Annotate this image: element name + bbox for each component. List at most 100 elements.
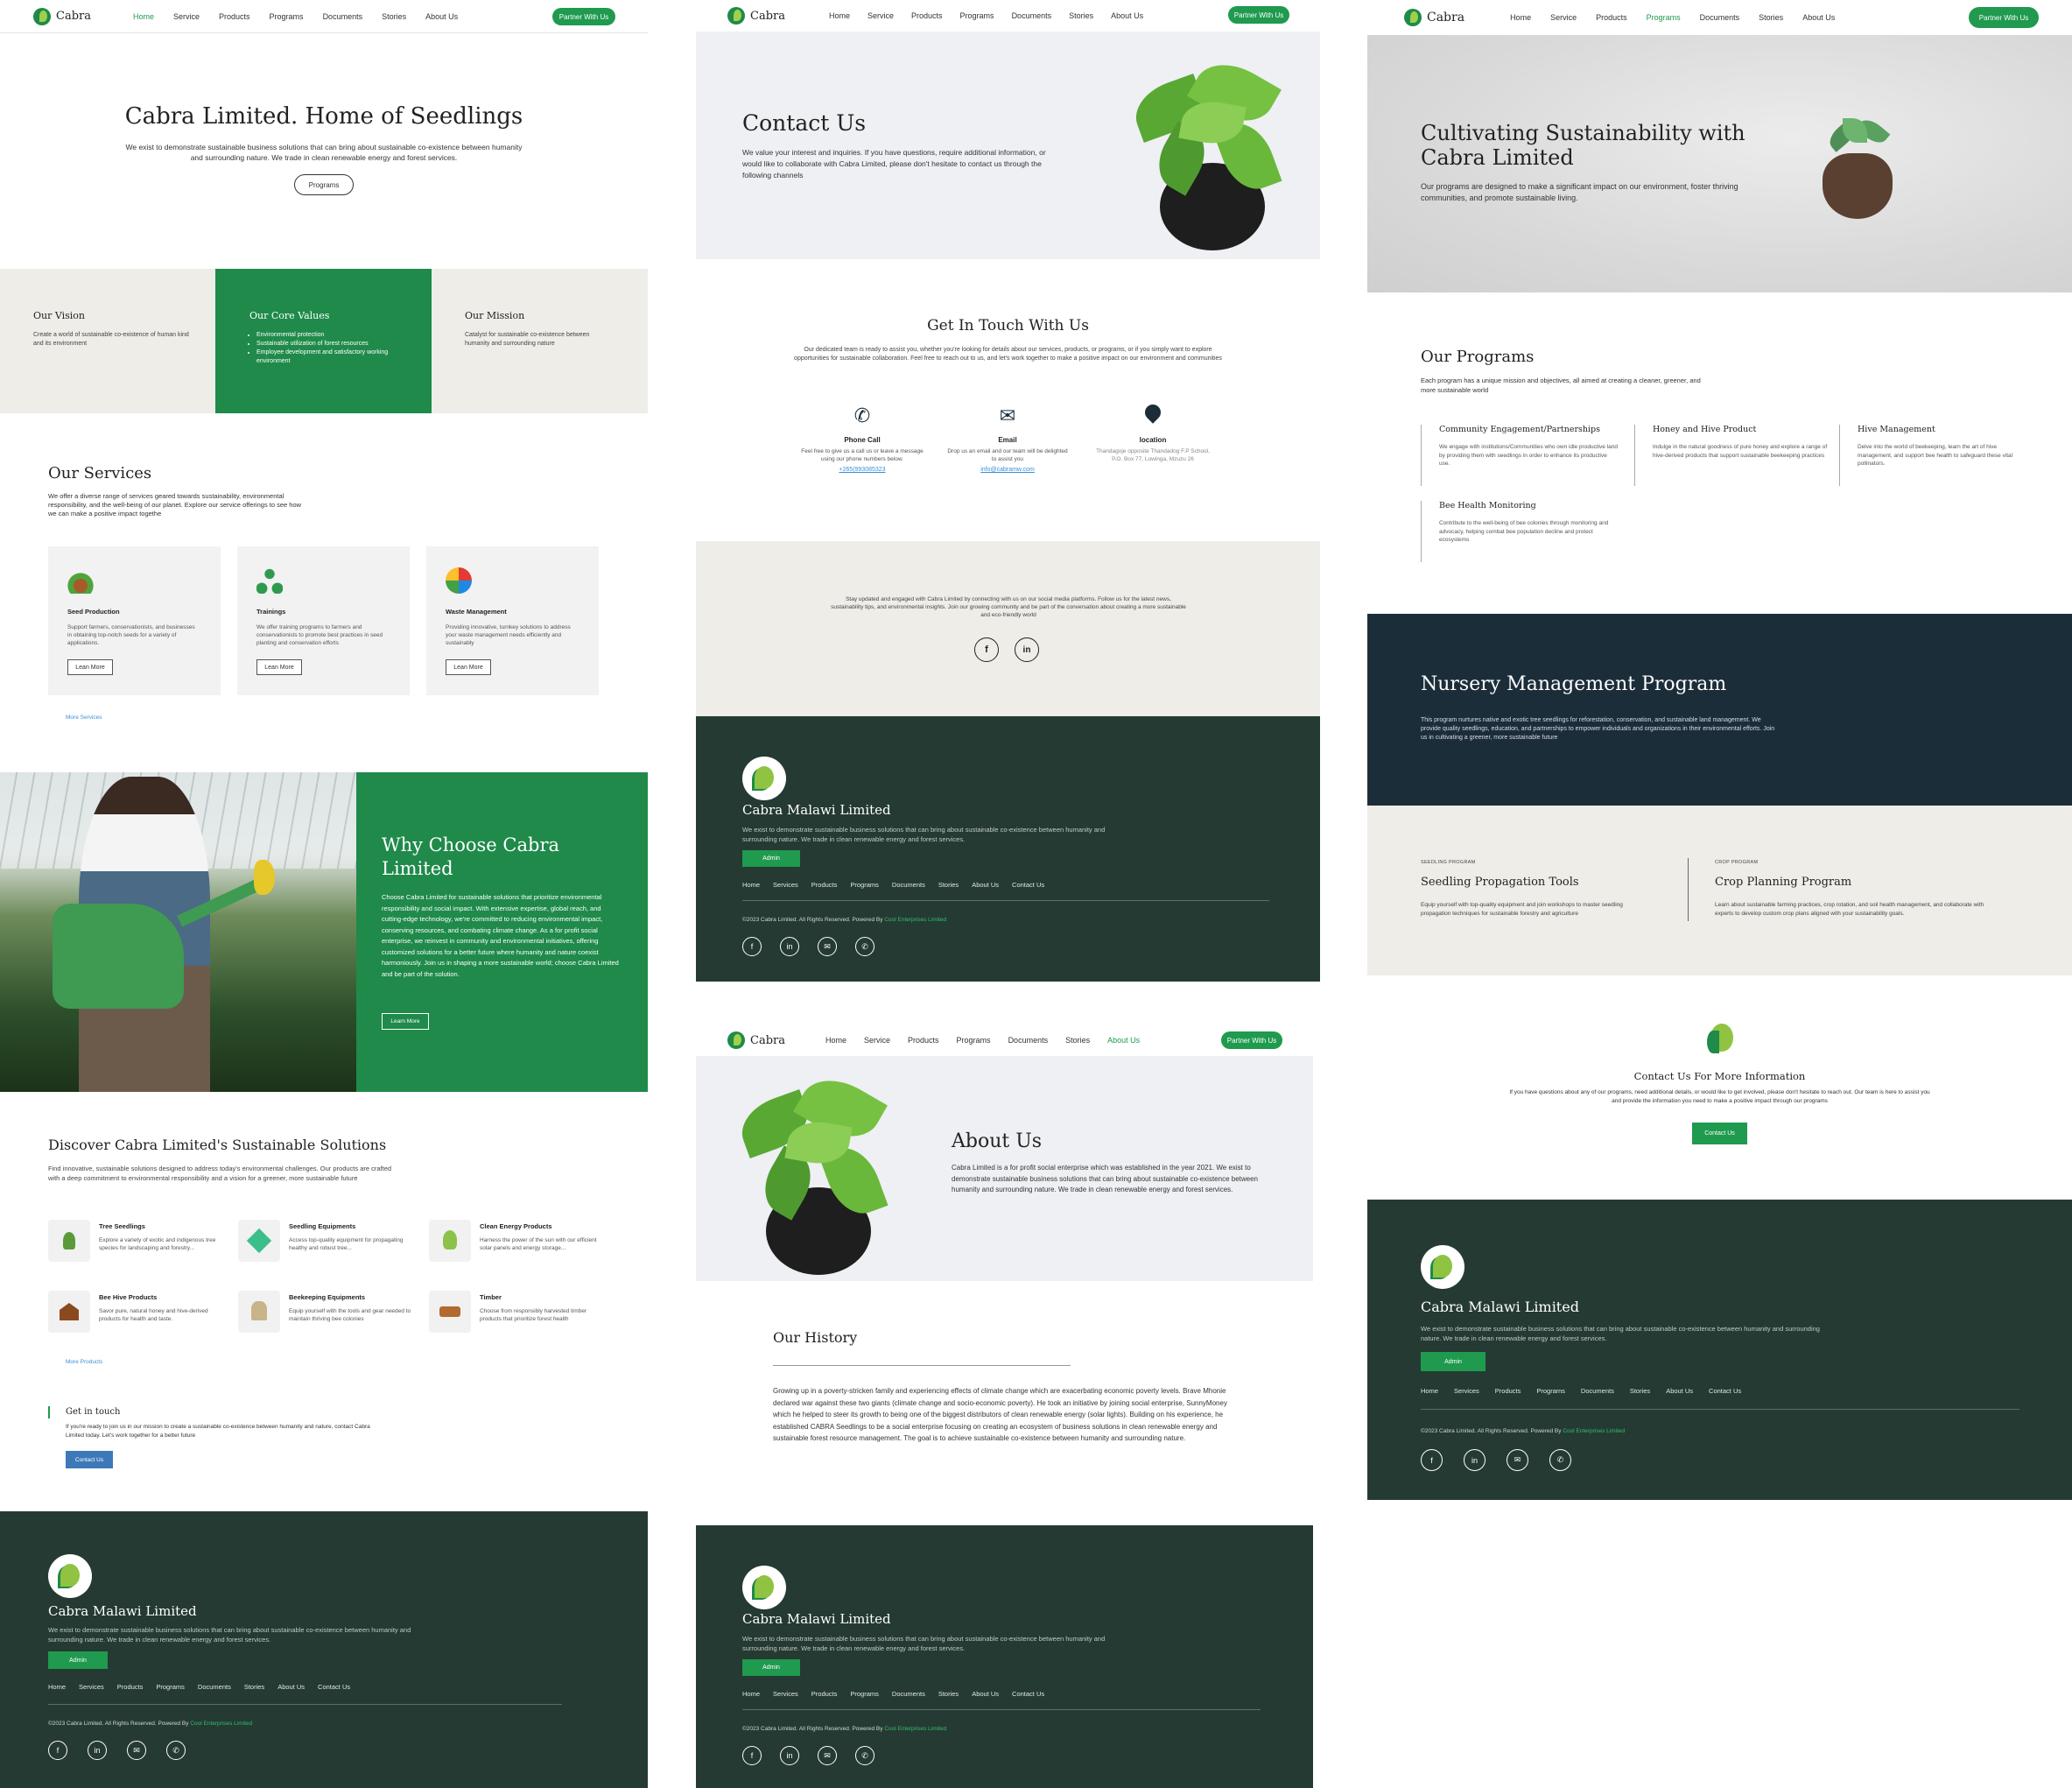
facebook-icon[interactable]: f (1421, 1449, 1443, 1471)
phone-icon[interactable]: ✆ (1549, 1449, 1571, 1471)
nav-documents[interactable]: Documents (1700, 13, 1740, 22)
nav-stories[interactable]: Stories (1759, 13, 1783, 22)
footer-link[interactable]: Documents (1581, 1387, 1614, 1395)
footer-link[interactable]: Products (117, 1683, 144, 1691)
email-link[interactable]: info@cabramw.com (946, 467, 1069, 473)
logo[interactable]: Cabra (727, 7, 785, 25)
learn-more-button[interactable]: Lean More (67, 659, 113, 675)
phone-icon[interactable]: ✆ (166, 1741, 186, 1760)
nav-service[interactable]: Service (1550, 13, 1577, 22)
admin-button[interactable]: Admin (742, 850, 800, 867)
nav-service[interactable]: Service (173, 12, 200, 21)
nav-products[interactable]: Products (908, 1036, 939, 1045)
linkedin-icon[interactable]: in (1464, 1449, 1486, 1471)
nav-documents[interactable]: Documents (1012, 11, 1052, 20)
nav-service[interactable]: Service (867, 11, 894, 20)
footer-link[interactable]: Products (1495, 1387, 1521, 1395)
nav-programs[interactable]: Programs (270, 12, 304, 21)
nav-stories[interactable]: Stories (1069, 11, 1093, 20)
touch-contact-button[interactable]: Contact Us (66, 1451, 113, 1468)
powered-by-link[interactable]: Cool Enterprises Limited (884, 917, 946, 923)
more-services-link[interactable]: More Services (66, 714, 102, 721)
footer-link[interactable]: Contact Us (1709, 1387, 1741, 1395)
learn-more-button[interactable]: Lean More (256, 659, 302, 675)
nav-stories[interactable]: Stories (382, 12, 406, 21)
email-icon[interactable]: ✉ (1507, 1449, 1528, 1471)
logo[interactable]: Cabra (1404, 9, 1464, 26)
footer-link[interactable]: Programs (850, 881, 879, 889)
footer-link[interactable]: Programs (850, 1690, 879, 1698)
footer-link[interactable]: Documents (892, 1690, 925, 1698)
powered-by-link[interactable]: Cool Enterprises Limited (190, 1721, 252, 1727)
nav-home[interactable]: Home (133, 12, 154, 21)
partner-button[interactable]: Partner With Us (1969, 7, 2039, 28)
nav-home[interactable]: Home (1510, 13, 1531, 22)
nav-programs[interactable]: Programs (960, 11, 994, 20)
linkedin-icon[interactable]: in (1015, 637, 1039, 662)
footer-link[interactable]: Stories (938, 1690, 959, 1698)
nav-home[interactable]: Home (829, 11, 850, 20)
nav-about[interactable]: About Us (425, 12, 458, 21)
footer-link[interactable]: Home (48, 1683, 66, 1691)
logo[interactable]: Cabra (727, 1031, 785, 1049)
footer-link[interactable]: Stories (244, 1683, 264, 1691)
footer-link[interactable]: About Us (277, 1683, 305, 1691)
footer-link[interactable]: Services (773, 881, 798, 889)
nav-products[interactable]: Products (219, 12, 250, 21)
footer-link[interactable]: Contact Us (318, 1683, 350, 1691)
facebook-icon[interactable]: f (742, 1746, 762, 1765)
footer-link[interactable]: Contact Us (1012, 1690, 1044, 1698)
footer-link[interactable]: About Us (972, 1690, 999, 1698)
nav-about[interactable]: About Us (1111, 11, 1143, 20)
admin-button[interactable]: Admin (48, 1651, 108, 1669)
email-icon[interactable]: ✉ (127, 1741, 146, 1760)
linkedin-icon[interactable]: in (88, 1741, 107, 1760)
footer-link[interactable]: Documents (198, 1683, 231, 1691)
phone-icon[interactable]: ✆ (855, 937, 874, 956)
linkedin-icon[interactable]: in (780, 1746, 799, 1765)
more-products-link[interactable]: More Products (66, 1359, 102, 1365)
footer-link[interactable]: Services (79, 1683, 104, 1691)
footer-link[interactable]: Programs (156, 1683, 185, 1691)
footer-link[interactable]: Home (742, 1690, 760, 1698)
nav-programs[interactable]: Programs (1647, 13, 1681, 22)
nav-about[interactable]: About Us (1802, 13, 1835, 22)
logo[interactable]: Cabra (33, 7, 91, 25)
powered-by-link[interactable]: Cool Enterprises Limited (884, 1726, 946, 1732)
footer-link[interactable]: Documents (892, 881, 925, 889)
nav-products[interactable]: Products (911, 11, 943, 20)
footer-link[interactable]: Home (742, 881, 760, 889)
nav-about[interactable]: About Us (1107, 1036, 1140, 1045)
partner-button[interactable]: Partner With Us (1228, 6, 1289, 24)
nav-products[interactable]: Products (1596, 13, 1627, 22)
nav-programs[interactable]: Programs (957, 1036, 991, 1045)
phone-icon[interactable]: ✆ (855, 1746, 874, 1765)
nav-home[interactable]: Home (825, 1036, 846, 1045)
partner-button[interactable]: Partner With Us (552, 8, 615, 25)
footer-link[interactable]: Services (773, 1690, 798, 1698)
more-info-contact-button[interactable]: Contact Us (1692, 1123, 1747, 1144)
footer-link[interactable]: Products (811, 881, 838, 889)
nav-stories[interactable]: Stories (1065, 1036, 1090, 1045)
footer-link[interactable]: About Us (972, 881, 999, 889)
footer-link[interactable]: Services (1454, 1387, 1479, 1395)
nav-documents[interactable]: Documents (1008, 1036, 1049, 1045)
powered-by-link[interactable]: Cool Enterprises Limited (1563, 1428, 1625, 1434)
facebook-icon[interactable]: f (742, 937, 762, 956)
partner-button[interactable]: Partner With Us (1221, 1031, 1282, 1049)
footer-link[interactable]: Stories (938, 881, 959, 889)
footer-link[interactable]: Stories (1630, 1387, 1650, 1395)
facebook-icon[interactable]: f (974, 637, 999, 662)
footer-link[interactable]: Home (1421, 1387, 1438, 1395)
linkedin-icon[interactable]: in (780, 937, 799, 956)
learn-more-button[interactable]: Lean More (446, 659, 491, 675)
programs-button[interactable]: Programs (294, 174, 354, 195)
admin-button[interactable]: Admin (742, 1659, 800, 1676)
nav-documents[interactable]: Documents (323, 12, 363, 21)
nav-service[interactable]: Service (864, 1036, 890, 1045)
email-icon[interactable]: ✉ (818, 937, 837, 956)
footer-link[interactable]: Contact Us (1012, 881, 1044, 889)
email-icon[interactable]: ✉ (818, 1746, 837, 1765)
phone-link[interactable]: +265(993085323 (801, 467, 924, 473)
facebook-icon[interactable]: f (48, 1741, 67, 1760)
